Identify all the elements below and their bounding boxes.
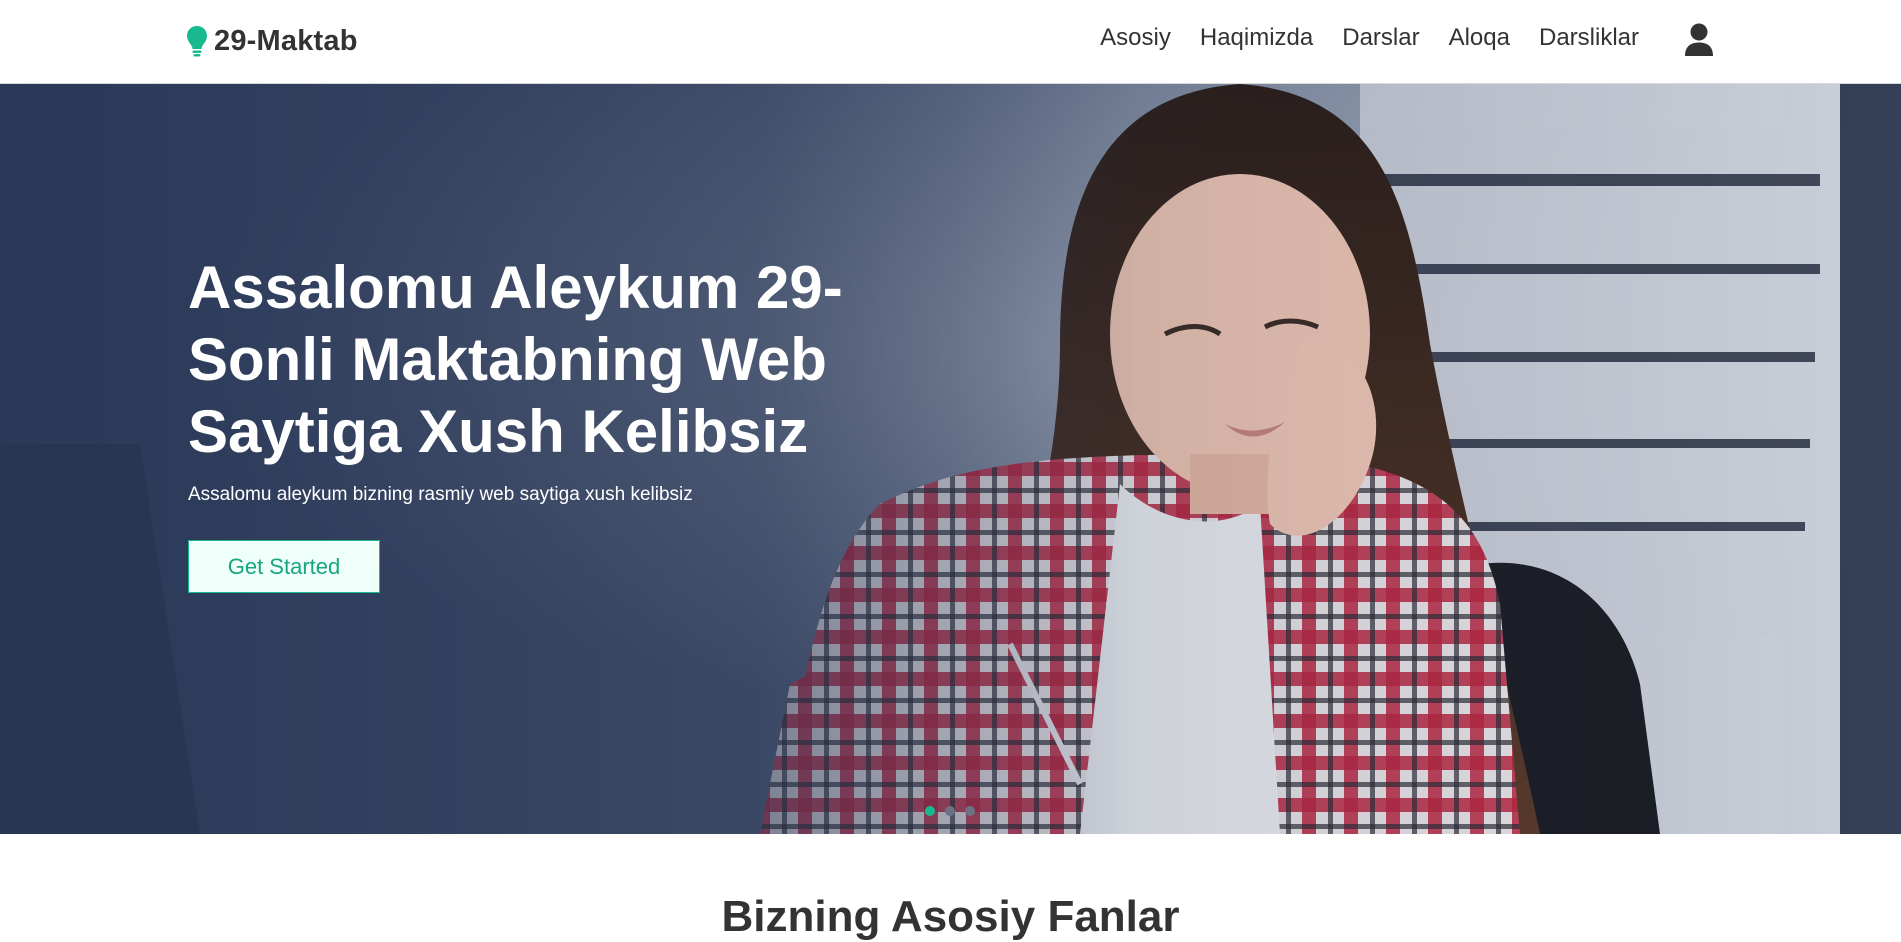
nav-link-asosiy[interactable]: Asosiy [1100,24,1171,52]
nav-link-aloqa[interactable]: Aloqa [1449,24,1510,52]
user-account-button[interactable] [1684,23,1718,59]
nav-link-haqimizda[interactable]: Haqimizda [1200,24,1313,52]
user-icon [1684,23,1714,61]
hero-subtitle: Assalomu aleykum bizning rasmiy web sayt… [188,484,693,505]
site-header: 29-Maktab Asosiy Haqimizda Darslar Aloqa… [0,0,1901,84]
hero-carousel: Assalomu Aleykum 29-Sonli Maktabning Web… [0,84,1901,834]
nav-link-darslar[interactable]: Darslar [1342,24,1419,52]
brand-name: 29-Maktab [214,24,358,57]
carousel-dot-2[interactable] [945,806,955,816]
nav-link-darsliklar[interactable]: Darsliklar [1539,24,1639,52]
carousel-dot-3[interactable] [965,806,975,816]
hero-title: Assalomu Aleykum 29-Sonli Maktabning Web… [188,254,843,465]
main-nav: Asosiy Haqimizda Darslar Aloqa Darslikla… [1100,24,1639,52]
hero-content: Assalomu Aleykum 29-Sonli Maktabning Web… [188,252,868,593]
get-started-button[interactable]: Get Started [188,540,380,593]
lightbulb-icon [186,25,208,57]
brand-logo-link[interactable]: 29-Maktab [186,20,358,62]
carousel-dot-1[interactable] [925,806,935,816]
carousel-indicators [925,806,975,816]
section-title: Bizning Asosiy Fanlar [721,892,1180,941]
